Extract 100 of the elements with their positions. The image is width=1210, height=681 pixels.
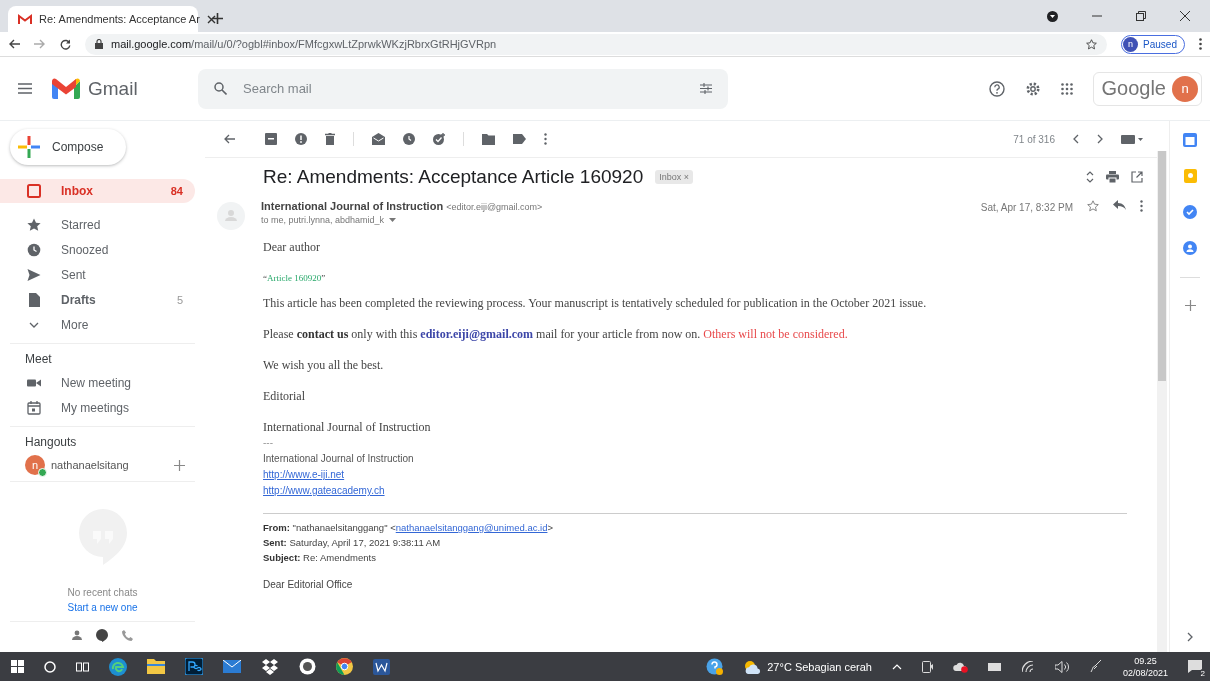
envelope-icon[interactable] — [372, 133, 385, 145]
recipients-dropdown[interactable]: to me, putri.lynna, abdhamid_k — [261, 215, 543, 225]
report-spam-icon[interactable] — [295, 133, 307, 145]
search-circle-icon[interactable] — [44, 660, 56, 673]
contact-name[interactable]: nathanaelsitang — [51, 459, 168, 471]
compose-button[interactable]: Compose — [10, 129, 126, 165]
new-tab-icon[interactable] — [212, 12, 223, 24]
sender-address: <editor.eiji@gmail.com> — [446, 202, 543, 212]
website-link[interactable]: http://www.e-iji.net — [263, 467, 345, 483]
inbox-icon — [27, 184, 41, 198]
speaker-icon[interactable] — [1054, 660, 1070, 673]
back-arrow-icon[interactable] — [223, 134, 235, 144]
filter-options-icon[interactable] — [700, 83, 712, 94]
chrome-icon[interactable] — [336, 658, 353, 675]
mail-icon[interactable] — [223, 660, 241, 673]
help-badge-icon[interactable] — [706, 658, 724, 675]
quoted-from: From: "nathanaelsitanggang" <nathanaelsitanggang@unimed.ac.id> — [263, 521, 554, 535]
browser-circle-icon[interactable] — [299, 658, 316, 675]
chevron-up-icon[interactable] — [891, 663, 902, 670]
close-icon[interactable] — [206, 14, 216, 24]
address-bar[interactable]: mail.google.com/mail/u/0/?ogbl#inbox/FMfcgxwLtZprwkWKzjRbrxGtRHjGVRpn — [85, 33, 1108, 55]
quoted-sent: Sent: Saturday, April 17, 2021 9:38:11 AM — [263, 536, 442, 550]
contacts-icon[interactable] — [1183, 241, 1197, 255]
battery-icon[interactable] — [987, 662, 1002, 671]
signature-name: International Journal of Instruction — [263, 452, 415, 466]
gmail-logo-icon — [52, 78, 80, 99]
star-icon[interactable] — [1086, 38, 1098, 50]
email-paragraph: International Journal of Instruction — [263, 420, 432, 435]
expand-icon[interactable] — [1086, 171, 1094, 183]
meet-item[interactable]: My meetings — [10, 395, 195, 420]
add-task-icon[interactable] — [433, 133, 445, 145]
menu-icon[interactable] — [18, 83, 32, 94]
email-paragraph: We wish you all the best. — [263, 358, 385, 373]
task-view-icon[interactable] — [76, 660, 89, 673]
photoshop-icon[interactable] — [185, 658, 203, 675]
phone-icon[interactable] — [122, 629, 133, 641]
clock-time[interactable]: 09.25 — [1134, 654, 1157, 667]
meet-item[interactable]: New meeting — [10, 370, 195, 395]
reload-icon[interactable] — [60, 38, 71, 50]
back-icon[interactable] — [8, 39, 20, 49]
brand-name: Google — [1101, 77, 1166, 100]
archive-icon[interactable] — [265, 133, 277, 145]
cloud-sun-icon — [743, 659, 762, 674]
next-icon[interactable] — [1097, 134, 1103, 144]
pen-icon[interactable] — [1089, 660, 1103, 673]
help-icon[interactable] — [988, 80, 1005, 97]
profile-avatar: n — [1123, 36, 1139, 52]
restore-icon[interactable] — [1136, 11, 1146, 21]
label-chip[interactable]: Inbox × — [655, 170, 693, 184]
account-button[interactable]: Google n — [1092, 71, 1202, 106]
wifi-icon[interactable] — [1021, 661, 1035, 672]
nav-item[interactable]: Drafts 5 — [0, 287, 195, 312]
nav-item[interactable]: Inbox 84 — [0, 179, 195, 203]
record-indicator-icon[interactable] — [1047, 10, 1058, 22]
email-link[interactable]: nathanaelsitanggang@unimed.ac.id — [395, 522, 548, 533]
dropbox-icon[interactable] — [261, 658, 279, 675]
label-icon[interactable] — [513, 134, 526, 144]
scrollbar[interactable] — [1157, 151, 1167, 652]
apps-grid-icon[interactable] — [1060, 82, 1073, 95]
edge-browser-icon[interactable] — [109, 657, 127, 676]
menu-icon[interactable] — [1199, 38, 1202, 50]
close-window-icon[interactable] — [1180, 11, 1190, 21]
file-explorer-icon[interactable] — [147, 659, 165, 674]
quoted-subject: Subject: Re: Amendments — [263, 551, 377, 565]
message-counter: 71 of 316 — [1013, 133, 1055, 145]
search-input[interactable]: Search mail — [241, 80, 686, 97]
person-icon[interactable] — [72, 630, 82, 640]
previous-icon[interactable] — [1073, 134, 1079, 144]
print-icon[interactable] — [1106, 171, 1119, 183]
reply-icon[interactable] — [1113, 200, 1126, 210]
keyboard-icon[interactable] — [1121, 134, 1143, 144]
chat-icon[interactable] — [96, 628, 108, 642]
start-chat-link[interactable]: Start a new one — [67, 602, 138, 613]
new-window-icon[interactable] — [1131, 171, 1143, 183]
caret-icon — [389, 218, 397, 222]
star-icon[interactable] — [1087, 200, 1099, 212]
cloud-alert-icon[interactable] — [952, 660, 968, 673]
more-icon[interactable] — [1140, 200, 1143, 212]
windows-start-icon[interactable] — [11, 660, 24, 673]
search-field[interactable]: Search mail — [198, 68, 728, 109]
add-icon[interactable] — [1184, 300, 1196, 311]
folder-icon[interactable] — [482, 133, 495, 145]
nav-item[interactable]: More — [0, 312, 195, 337]
word-icon[interactable] — [373, 658, 390, 675]
nav-item[interactable]: Snoozed — [0, 237, 195, 262]
account-avatar: n — [1172, 75, 1198, 102]
nav-item[interactable]: Sent — [0, 262, 195, 287]
tasks-icon[interactable] — [1183, 205, 1197, 219]
weather-widget[interactable]: 27°C Sebagian cerah — [743, 659, 872, 674]
add-icon[interactable] — [174, 459, 185, 471]
settings-icon[interactable] — [1024, 80, 1041, 97]
delete-icon[interactable] — [325, 133, 335, 145]
nav-item[interactable]: Starred — [0, 212, 195, 237]
meet-now-icon[interactable] — [921, 660, 933, 673]
clock-icon[interactable] — [403, 133, 415, 145]
calendar-icon[interactable] — [1183, 133, 1197, 147]
chevron-icon[interactable] — [1187, 632, 1193, 642]
website-link[interactable]: http://www.gateacademy.ch — [263, 483, 385, 499]
more-icon[interactable] — [544, 133, 547, 145]
clock-date[interactable]: 02/08/2021 — [1122, 666, 1168, 679]
